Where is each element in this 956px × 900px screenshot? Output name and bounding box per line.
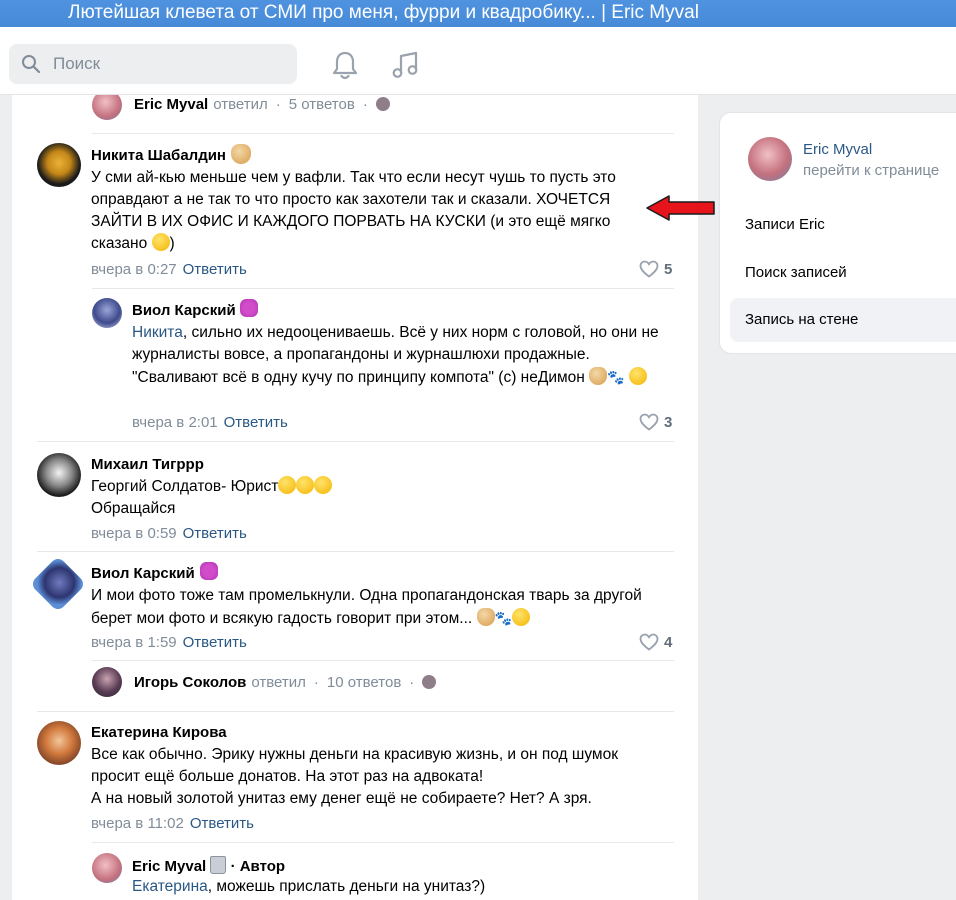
heart-icon [639,413,659,431]
reply-link[interactable]: Ответить [183,261,247,278]
avatar[interactable] [29,555,87,613]
top-bar: Поиск [0,27,956,95]
author-name[interactable]: Eric Myval [132,858,206,875]
trash-emoji [210,856,227,874]
avatar[interactable] [92,667,122,697]
avatar[interactable] [92,95,122,120]
comment-author[interactable]: Екатерина Кирова [91,724,227,741]
divider [92,660,674,661]
thread-author: Игорь Соколов [134,673,247,691]
comment-text: Все как обычно. Эрику нужны деньги на кр… [91,746,618,807]
comment-meta: вчера в 11:02 Ответить [91,815,254,832]
like-count: 4 [664,633,673,651]
comment-author[interactable]: Михаил Тигррр [91,456,204,473]
like-button[interactable]: 3 [639,413,672,431]
comment-time[interactable]: вчера в 2:01 [132,414,218,431]
like-count: 5 [664,260,673,278]
reply-link[interactable]: Ответить [183,634,247,651]
search-icon [9,44,53,84]
dog-emoji [231,144,251,164]
window-title: Лютейшая клевета от СМИ про меня, фурри … [0,0,956,27]
reply-link[interactable]: Ответить [183,525,247,542]
mini-avatar [422,675,437,689]
thread-count: 10 ответов [326,673,402,691]
profile-page-link[interactable]: перейти к странице [803,162,939,179]
comment-time[interactable]: вчера в 0:59 [91,525,177,542]
sidebar-item-posts[interactable]: Записи Eric [730,203,956,247]
divider [37,441,674,442]
search-box[interactable]: Поиск [9,44,297,84]
heart-icon [639,260,659,278]
divider [92,288,674,289]
like-button[interactable]: 4 [639,633,672,651]
avatar[interactable] [37,721,81,765]
pink-emoji [200,562,218,580]
avatar[interactable] [748,137,792,181]
thread-count: 5 ответов [288,95,355,113]
thread-verb: ответил [251,673,306,691]
reply-link[interactable]: Ответить [190,815,254,832]
avatar[interactable] [37,143,81,187]
profile-name-link[interactable]: Eric Myval [803,141,872,158]
author-badge: · Автор [230,858,286,875]
comment-time[interactable]: вчера в 0:27 [91,261,177,278]
comment-text: У сми ай-кью меньше чем у вафли. Так что… [91,169,616,252]
comment-meta: вчера в 1:59 Ответить [91,634,247,651]
replies-thread[interactable]: Eric Myval ответил · 5 ответов · [134,95,390,113]
comment-author[interactable]: Никита Шабалдин [91,147,226,164]
avatar[interactable] [92,853,122,883]
like-count: 3 [664,413,673,431]
thread-verb: ответил [213,95,268,113]
thread-author: Eric Myval [134,95,209,113]
reply-link[interactable]: Ответить [224,414,288,431]
comment-meta: вчера в 2:01 Ответить [132,414,288,431]
comments-feed: Eric Myval ответил · 5 ответов · Никита … [12,95,698,900]
mini-avatar [375,97,390,111]
sidebar-item-wall-post[interactable]: Запись на стене [730,298,956,342]
like-button[interactable]: 5 [639,260,672,278]
mention-link[interactable]: Никита [132,324,183,341]
comment-time[interactable]: вчера в 1:59 [91,634,177,651]
pink-emoji [240,299,258,317]
divider [37,711,674,712]
comment-time[interactable]: вчера в 11:02 [91,815,184,832]
comment-author: Eric Myval · Автор [132,856,285,875]
search-placeholder: Поиск [53,54,101,73]
comment-text: Никита, сильно их недооцениваешь. Всё у … [132,324,659,386]
annotation-arrow-icon [646,195,715,221]
emoji [151,233,170,251]
comment-text: И мои фото тоже там промелькнули. Одна п… [91,587,642,627]
music-icon[interactable] [390,49,420,81]
replies-thread[interactable]: Игорь Соколов ответил · 10 ответов · [134,673,437,691]
comment-text: Екатерина, можешь прислать деньги на уни… [132,878,486,895]
avatar[interactable] [92,298,122,328]
heart-icon [639,633,659,651]
sidebar-item-search-posts[interactable]: Поиск записей [730,251,956,295]
bell-icon[interactable] [330,49,360,81]
divider [92,842,674,843]
comment-meta: вчера в 0:27 Ответить [91,261,247,278]
comment-author[interactable]: Виол Карский [91,565,195,582]
divider [92,133,674,134]
divider [37,551,674,552]
avatar[interactable] [37,453,81,497]
comment-author[interactable]: Виол Карский [132,302,236,319]
profile-sidebar: Eric Myval перейти к странице Записи Eri… [719,112,956,354]
comment-meta: вчера в 0:59 Ответить [91,525,247,542]
comment-text: Георгий Солдатов- Юрист Обращайся [91,476,661,520]
mention-link[interactable]: Екатерина [132,878,208,895]
